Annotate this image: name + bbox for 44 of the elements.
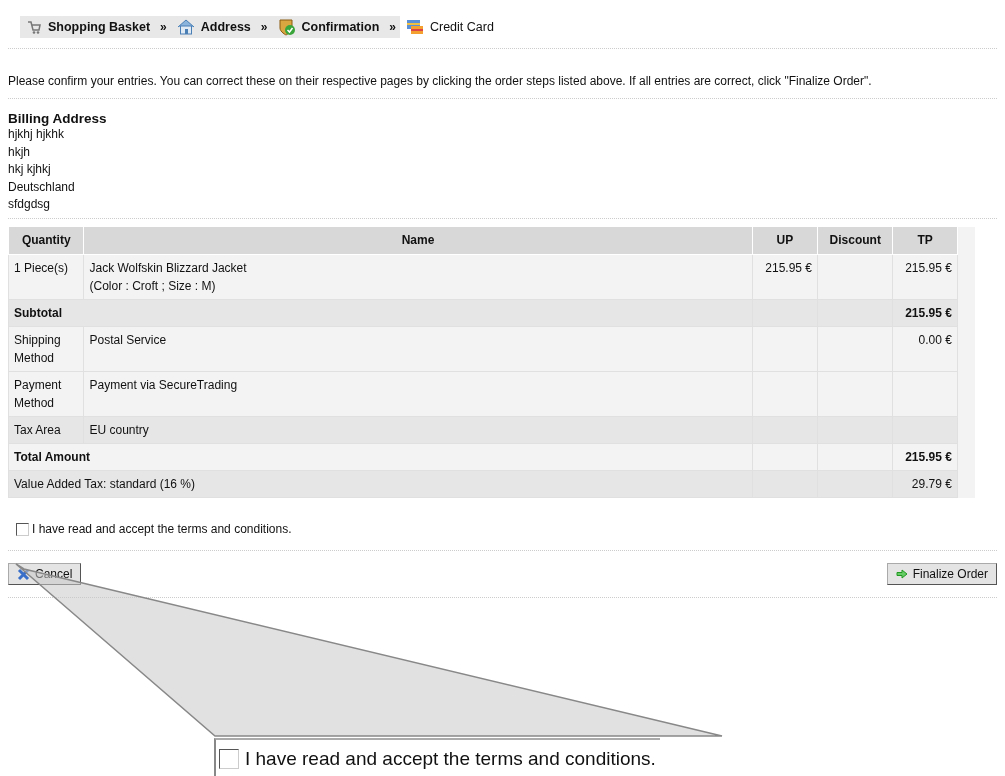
table-cell: 215.95 € — [893, 254, 958, 300]
instruction-text: Please confirm your entries. You can correct these on their respective pages by clicking the order steps listed above. If all entries are correct, click "Finalize Order". — [8, 73, 873, 90]
column-header: UP — [752, 226, 818, 255]
address-line: sfdgdsg — [8, 197, 51, 211]
terms-label: I have read and accept the terms and conditions. — [32, 522, 292, 536]
shield-check-icon — [277, 18, 296, 36]
address-line: Deutschland — [8, 179, 75, 194]
breadcrumb-step[interactable]: Shopping Basket — [20, 16, 157, 38]
house-icon — [176, 19, 195, 35]
checkbox[interactable] — [16, 522, 29, 536]
breadcrumb-separator: » — [156, 16, 171, 38]
table-cell: Total Amount — [8, 443, 753, 471]
table-cell: Payment via SecureTrading — [83, 371, 753, 417]
table-cell: 0.00 € — [893, 326, 958, 372]
cart-icon — [26, 19, 42, 35]
table-cell: Payment Method — [8, 371, 84, 417]
cross-icon — [17, 567, 30, 581]
column-header: Quantity — [8, 226, 84, 255]
breadcrumb-step[interactable]: Credit Card — [399, 16, 500, 38]
column-header: TP — [893, 226, 958, 255]
breadcrumb-step[interactable]: Address — [170, 16, 257, 38]
table-cell: 215.95 € — [752, 254, 818, 300]
magnified-terms-label: I have read and accept the terms and conditions. — [245, 748, 656, 770]
table-cell: Tax Area — [8, 416, 84, 444]
breadcrumb-step[interactable]: Confirmation — [271, 16, 386, 38]
table-cell: Value Added Tax: standard (16 %) — [8, 470, 753, 498]
checkbox[interactable] — [219, 749, 239, 769]
address-line: hjkhj hjkhk — [8, 127, 65, 141]
credit-card-icon — [405, 19, 424, 35]
arrow-right-icon — [895, 569, 908, 579]
table-cell: Postal Service — [83, 326, 753, 372]
address-line: hkj kjhkj — [8, 162, 51, 176]
table-cell: Jack Wolfskin Blizzard Jacket (Color : Croft ; Size : M) — [83, 254, 753, 300]
table-cell — [752, 470, 818, 498]
column-header: Name — [83, 226, 753, 255]
column-header: Discount — [817, 226, 893, 255]
table-cell: Subtotal — [8, 299, 753, 327]
table-cell: 1 Piece(s) — [8, 254, 84, 300]
finalize-order-button[interactable]: Finalize Order — [886, 563, 997, 585]
table-cell: EU country — [83, 416, 753, 444]
table-cell: Shipping Method — [8, 326, 84, 372]
section-heading: Billing Address — [8, 111, 108, 126]
breadcrumb-separator: » — [385, 16, 400, 38]
address-line: hkjh — [8, 144, 30, 159]
